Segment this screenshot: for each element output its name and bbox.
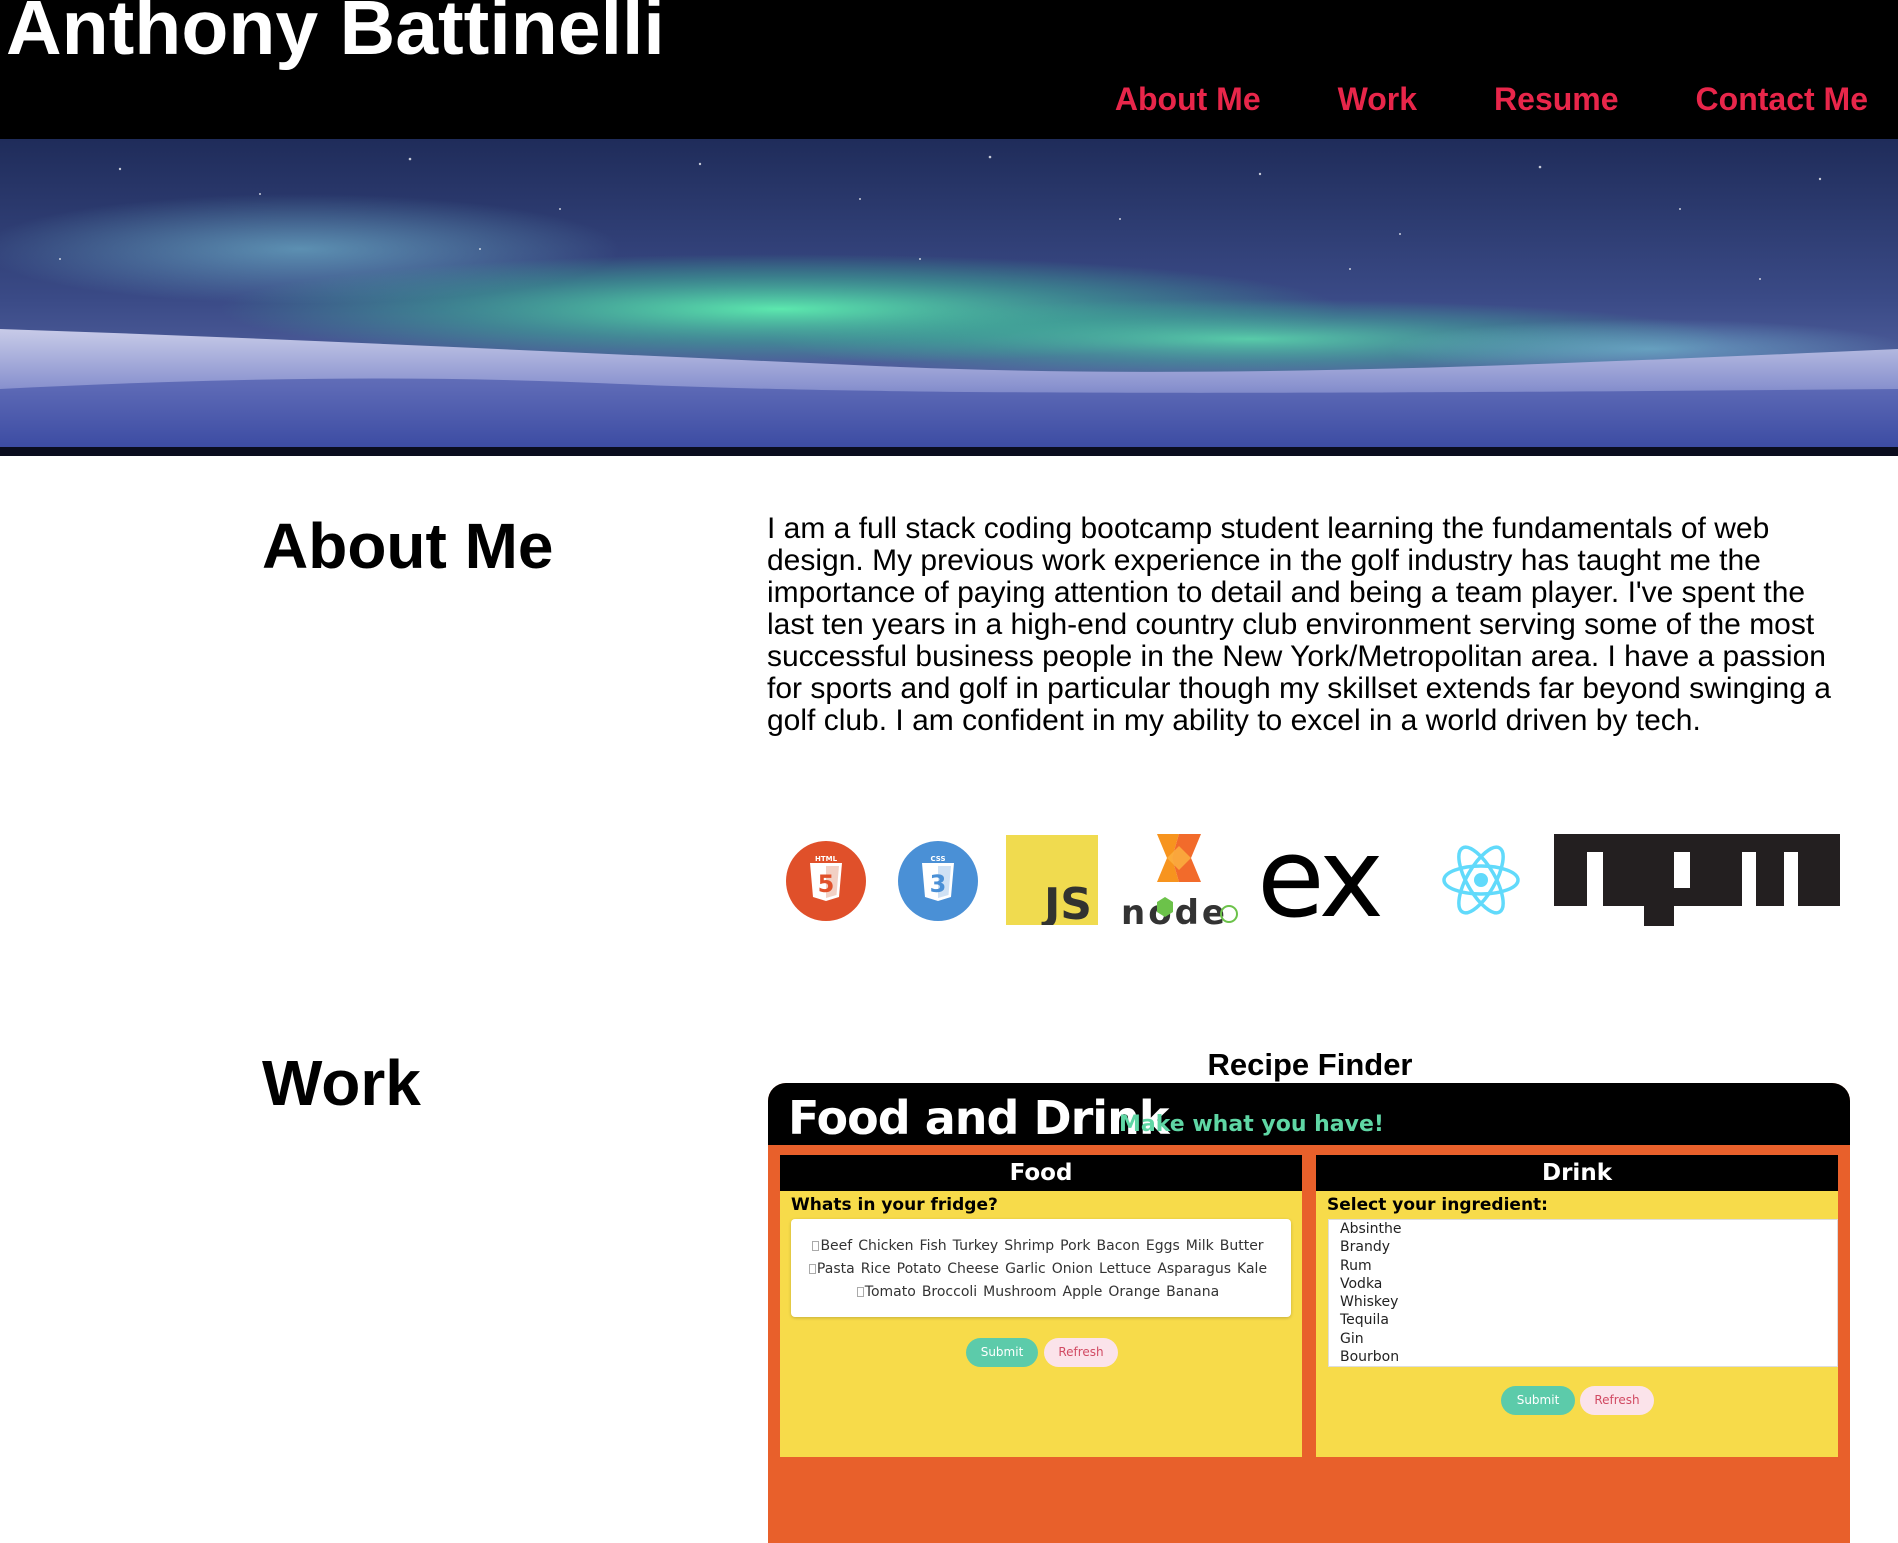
drink-option[interactable]: Rum [1340, 1257, 1837, 1275]
project-screenshot-recipe-finder[interactable]: Food and Drink Make what you have! Food … [768, 1083, 1850, 1543]
nav-link-about-me[interactable]: About Me [1115, 81, 1261, 117]
ingredient-option[interactable]: Mushroom [983, 1284, 1056, 1300]
fridge-ingredients-list: Beef Chicken Fish Turkey Shrimp Pork Bacon Eggs… [807, 1235, 1275, 1304]
ingredient-checkbox[interactable] [856, 1287, 864, 1297]
aurora-landscape-image [0, 139, 1898, 456]
ingredient-checkbox[interactable] [812, 1241, 820, 1251]
site-header: Anthony Battinelli About Me Work Resume … [0, 0, 1898, 139]
about-heading: About Me [262, 510, 554, 582]
ingredient-option[interactable]: Eggs [1146, 1238, 1180, 1254]
express-logo-icon: ex [1257, 834, 1385, 926]
nav-link-resume[interactable]: Resume [1494, 81, 1619, 117]
ingredient-option[interactable]: Potato [897, 1261, 942, 1277]
ingredient-option[interactable]: Turkey [953, 1238, 999, 1254]
ingredient-option[interactable]: Apple [1063, 1284, 1103, 1300]
ingredient-option[interactable]: Chicken [858, 1238, 913, 1254]
drink-option[interactable]: Vodka [1340, 1275, 1837, 1293]
html5-logo-text: HTML [815, 855, 838, 863]
ingredient-option[interactable]: Orange [1108, 1284, 1160, 1300]
fridge-ingredient-row: Pasta Rice Potato Cheese Garlic Onion Lettuce A… [807, 1258, 1275, 1281]
ingredient-option[interactable]: Rice [861, 1261, 891, 1277]
drink-submit-button[interactable]: Submit [1501, 1386, 1575, 1415]
project-title: Recipe Finder [1207, 1047, 1413, 1082]
html5-logo-icon: HTML 5 [786, 841, 866, 921]
svg-text:3: 3 [930, 870, 947, 898]
css3-logo-text: CSS [930, 855, 945, 863]
ingredient-option[interactable]: Butter [1220, 1238, 1264, 1254]
hero-banner [0, 139, 1898, 456]
app-header: Food and Drink Make what you have! [768, 1083, 1850, 1145]
ingredient-option[interactable]: Kale [1237, 1261, 1267, 1277]
food-panel-header: Food [780, 1155, 1302, 1191]
nav-link-contact-me[interactable]: Contact Me [1696, 81, 1868, 117]
drink-option[interactable]: Brandy [1340, 1238, 1837, 1256]
fridge-ingredient-row: Tomato Broccoli Mushroom Apple Orange Banana [807, 1281, 1275, 1304]
about-paragraph: I am a full stack coding bootcamp studen… [767, 512, 1831, 737]
ingredient-option[interactable]: Shrimp [1004, 1238, 1054, 1254]
food-panel: Food Whats in your fridge? Beef Chicken Fi… [780, 1155, 1302, 1457]
food-refresh-button[interactable]: Refresh [1044, 1338, 1118, 1367]
ingredient-option[interactable]: Lettuce [1099, 1261, 1151, 1277]
drink-refresh-button[interactable]: Refresh [1580, 1386, 1654, 1415]
drink-panel-label: Select your ingredient: [1327, 1195, 1548, 1215]
drink-option[interactable]: Absinthe [1340, 1220, 1837, 1238]
svg-text:5: 5 [818, 870, 835, 898]
tech-logos: HTML 5 CSS 3 JS node ex npm [780, 830, 1840, 930]
drink-panel-header: Drink [1316, 1155, 1838, 1191]
app-title: Food and Drink [788, 1091, 1169, 1145]
drink-options-list: Absinthe Brandy Rum Vodka Whiskey Tequila Gin B… [1329, 1220, 1837, 1366]
ingredient-option[interactable]: Tomato [865, 1284, 916, 1300]
drink-ingredient-select[interactable]: Absinthe Brandy Rum Vodka Whiskey Tequila Gin B… [1328, 1219, 1838, 1367]
javascript-logo-icon: JS [1006, 835, 1098, 925]
ingredient-option[interactable]: Asparagus [1157, 1261, 1231, 1277]
js-logo-text: JS [1041, 879, 1092, 925]
react-logo-icon [1442, 845, 1520, 915]
nodejs-logo-icon: node [1121, 834, 1238, 930]
app-tagline: Make what you have! [1119, 1112, 1384, 1137]
ingredient-option[interactable]: Garlic [1005, 1261, 1046, 1277]
ingredient-option[interactable]: Fish [920, 1238, 947, 1254]
ingredient-option[interactable]: Pork [1060, 1238, 1090, 1254]
ingredient-option[interactable]: Bacon [1097, 1238, 1140, 1254]
site-title: Anthony Battinelli [6, 0, 665, 71]
ingredient-checkbox[interactable] [808, 1264, 816, 1274]
main-nav: About Me Work Resume Contact Me [1115, 81, 1868, 117]
ingredient-option[interactable]: Milk [1186, 1238, 1214, 1254]
ingredient-option[interactable]: Cheese [947, 1261, 999, 1277]
npm-logo-icon: npm [1554, 834, 1840, 926]
work-heading: Work [262, 1047, 421, 1119]
fridge-ingredient-row: Beef Chicken Fish Turkey Shrimp Pork Bacon Eggs… [807, 1235, 1275, 1258]
nav-link-work[interactable]: Work [1338, 81, 1417, 117]
drink-option[interactable]: Tequila [1340, 1311, 1837, 1329]
drink-option[interactable]: Gin [1340, 1330, 1837, 1348]
ingredient-option[interactable]: Pasta [817, 1261, 855, 1277]
ingredient-option[interactable]: Beef [820, 1238, 852, 1254]
ingredient-option[interactable]: Onion [1052, 1261, 1093, 1277]
drink-panel: Drink Select your ingredient: Absinthe Br… [1316, 1155, 1838, 1457]
css3-logo-icon: CSS 3 [898, 841, 978, 921]
food-panel-label: Whats in your fridge? [791, 1195, 998, 1215]
drink-option[interactable]: Whiskey [1340, 1293, 1837, 1311]
ingredient-option[interactable]: Broccoli [922, 1284, 977, 1300]
nodejs-logo-text: node [1121, 893, 1228, 930]
fridge-ingredients-box: Beef Chicken Fish Turkey Shrimp Pork Bacon Eggs… [791, 1219, 1291, 1317]
express-logo-text: ex [1257, 834, 1381, 926]
drink-option[interactable]: Bourbon [1340, 1348, 1837, 1366]
food-submit-button[interactable]: Submit [966, 1338, 1038, 1367]
ingredient-option[interactable]: Banana [1166, 1284, 1219, 1300]
